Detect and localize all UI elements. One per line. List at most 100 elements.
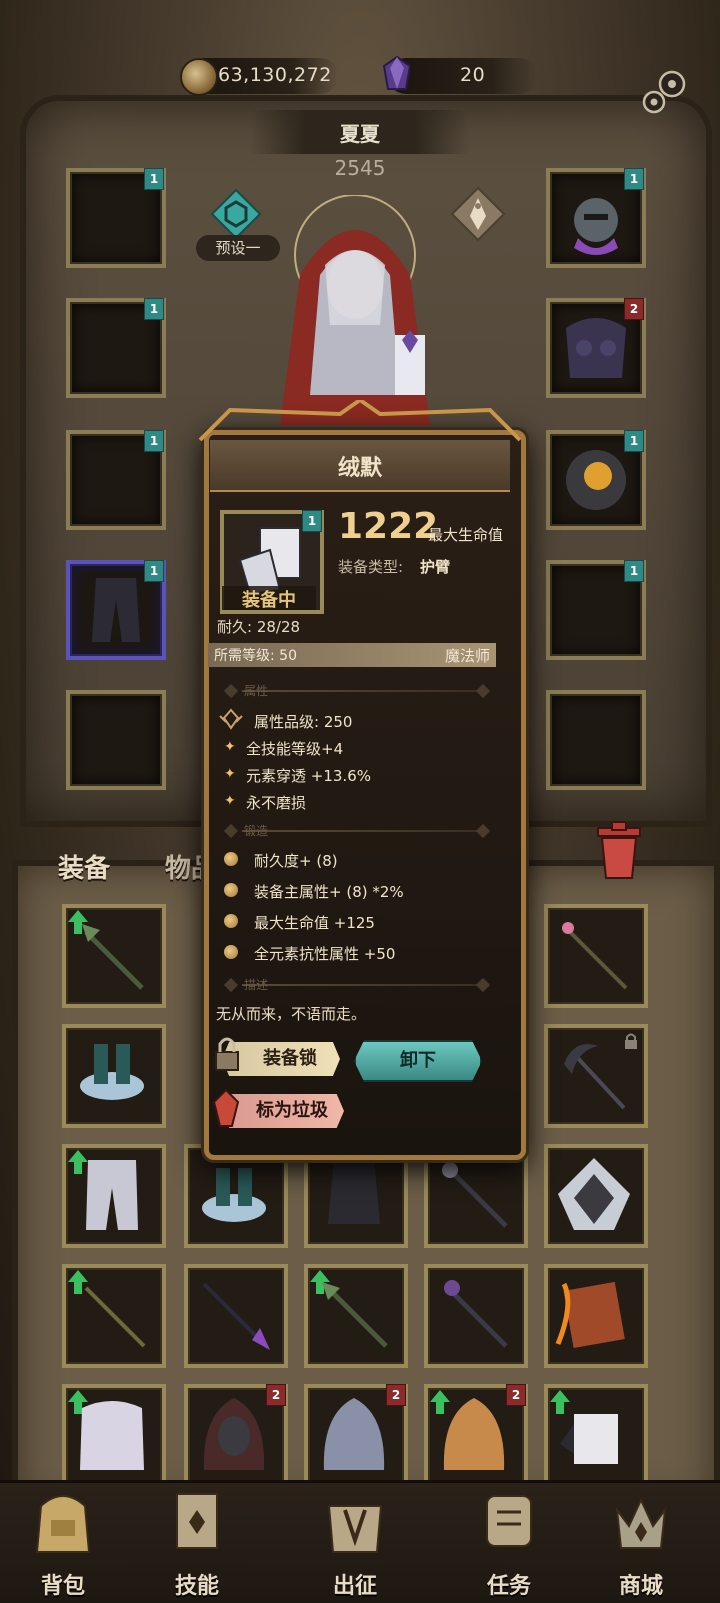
item-tag: 1 [302,510,322,532]
bag-slot[interactable]: 2 [424,1384,528,1488]
helmet-icon [323,1398,385,1470]
nav-label: 出征 [332,1574,377,1599]
bag-slot[interactable]: 2 [304,1384,408,1488]
divider [242,690,482,692]
slot-tag: 1 [624,168,644,190]
equip-slot-left-1[interactable]: 1 [66,168,166,268]
equip-slot-right-1[interactable]: 1 [546,168,646,268]
nav-skills[interactable]: 技能 [142,1480,252,1600]
quality-icon [219,708,243,730]
skill-book-icon [176,1493,218,1549]
settings-gear-icon[interactable] [638,66,690,118]
nav-label: 背包 [40,1574,85,1599]
nav-label: 技能 [174,1574,219,1599]
bag-slot[interactable] [544,1384,648,1488]
bag-slot[interactable] [62,1264,166,1368]
staff-icon [82,924,144,990]
hood-icon [203,1398,265,1470]
attr-line: 永不磨损 [246,794,307,812]
nav-label: 任务 [486,1574,531,1599]
divider [242,830,482,832]
nav-quests[interactable]: 任务 [454,1480,564,1600]
character-name: 夏夏 [340,122,380,146]
bag-slot[interactable] [424,1264,528,1368]
durability: 耐久: 28/28 [217,618,301,636]
bag-slot[interactable] [544,1024,648,1128]
staff-icon [84,1286,146,1348]
equip-slot-left-4[interactable]: 1 [66,560,166,660]
bag-slot[interactable] [184,1264,288,1368]
gem-amount: 20 [460,64,486,86]
main-stat-name: 最大生命值 [428,526,504,544]
bag-slot[interactable] [544,904,648,1008]
diamond-icon [475,683,491,699]
helmet-icon [443,1398,505,1470]
star-icon: ✦ [224,793,236,809]
staff-icon [322,1282,388,1348]
equip-slot-left-3[interactable]: 1 [66,430,166,530]
pants-icon [92,578,140,642]
bag-slot[interactable] [62,1144,166,1248]
helmet-icon [574,198,618,255]
slot-tag: 1 [144,298,164,320]
required-class: 魔法师 [444,647,490,665]
shop-crown-icon [615,1497,667,1549]
equip-slot-right-4[interactable]: 1 [546,560,646,660]
nav-expedition[interactable]: 出征 [300,1480,410,1600]
bag-slot[interactable] [62,1024,166,1128]
equipped-badge: 装备中 [222,586,316,611]
forge-line: 耐久度+ (8) [254,852,338,870]
tab-equipment[interactable]: 装备 [58,848,110,885]
scythe-icon [564,1044,626,1110]
character-power: 2545 [334,156,386,180]
equip-slot-right-5[interactable] [546,690,646,790]
tome-icon [555,1281,625,1349]
attr-line: 全技能等级+4 [246,740,344,758]
diamond-icon [223,683,239,699]
nav-shop[interactable]: 商城 [586,1480,696,1600]
nav-label: 商城 [618,1574,663,1599]
forge-dot-icon [224,914,238,928]
mark-as-trash-button[interactable]: 标为垃圾 [222,1094,344,1128]
staff-icon [562,922,628,990]
character-portrait [280,195,430,425]
section-attributes: 属性 [222,682,492,700]
gauntlet-icon [560,1414,618,1464]
equip-slot-left-5[interactable] [66,690,166,790]
cloak-icon [558,1158,630,1230]
section-forge: 锻造 [222,822,492,840]
bag-slot[interactable] [62,1384,166,1488]
bag-slot[interactable] [544,1144,648,1248]
nav-backpack[interactable]: 背包 [8,1480,118,1600]
slot-tag: 1 [624,560,644,582]
bag-slot[interactable] [544,1264,648,1368]
staff-icon [442,1162,508,1228]
equip-slot-left-2[interactable]: 1 [66,298,166,398]
bag-slot[interactable] [62,904,166,1008]
slot-tag: 1 [144,560,164,582]
diamond-icon [223,977,239,993]
padlock-icon [215,1037,239,1071]
quest-scroll-icon [486,1495,532,1547]
slot-tag: 2 [624,298,644,320]
section-label: 描述 [244,978,269,992]
bag-slot[interactable]: 2 [184,1384,288,1488]
bag-slot[interactable] [304,1264,408,1368]
coat-icon [80,1401,144,1470]
diamond-icon [475,823,491,839]
staff-icon [444,1280,508,1348]
coin-icon [180,58,218,96]
unequip-button[interactable]: 卸下 [354,1040,482,1082]
popup-title: 绒默 [337,456,382,481]
mark-as-trash-label: 标为垃圾 [256,1100,328,1121]
trash-icon[interactable] [594,820,644,880]
equipment-type-value: 护臂 [420,558,451,576]
equip-slot-right-3[interactable]: 1 [546,430,646,530]
armor-icon [566,318,626,378]
gem-icon [382,56,412,90]
forge-line: 装备主属性+ (8) *2% [254,883,404,901]
item-description: 无从而来，不语而走。 [216,1005,367,1023]
section-label: 属性 [244,684,269,698]
slot-tag: 1 [144,430,164,452]
equip-slot-right-2[interactable]: 2 [546,298,646,398]
